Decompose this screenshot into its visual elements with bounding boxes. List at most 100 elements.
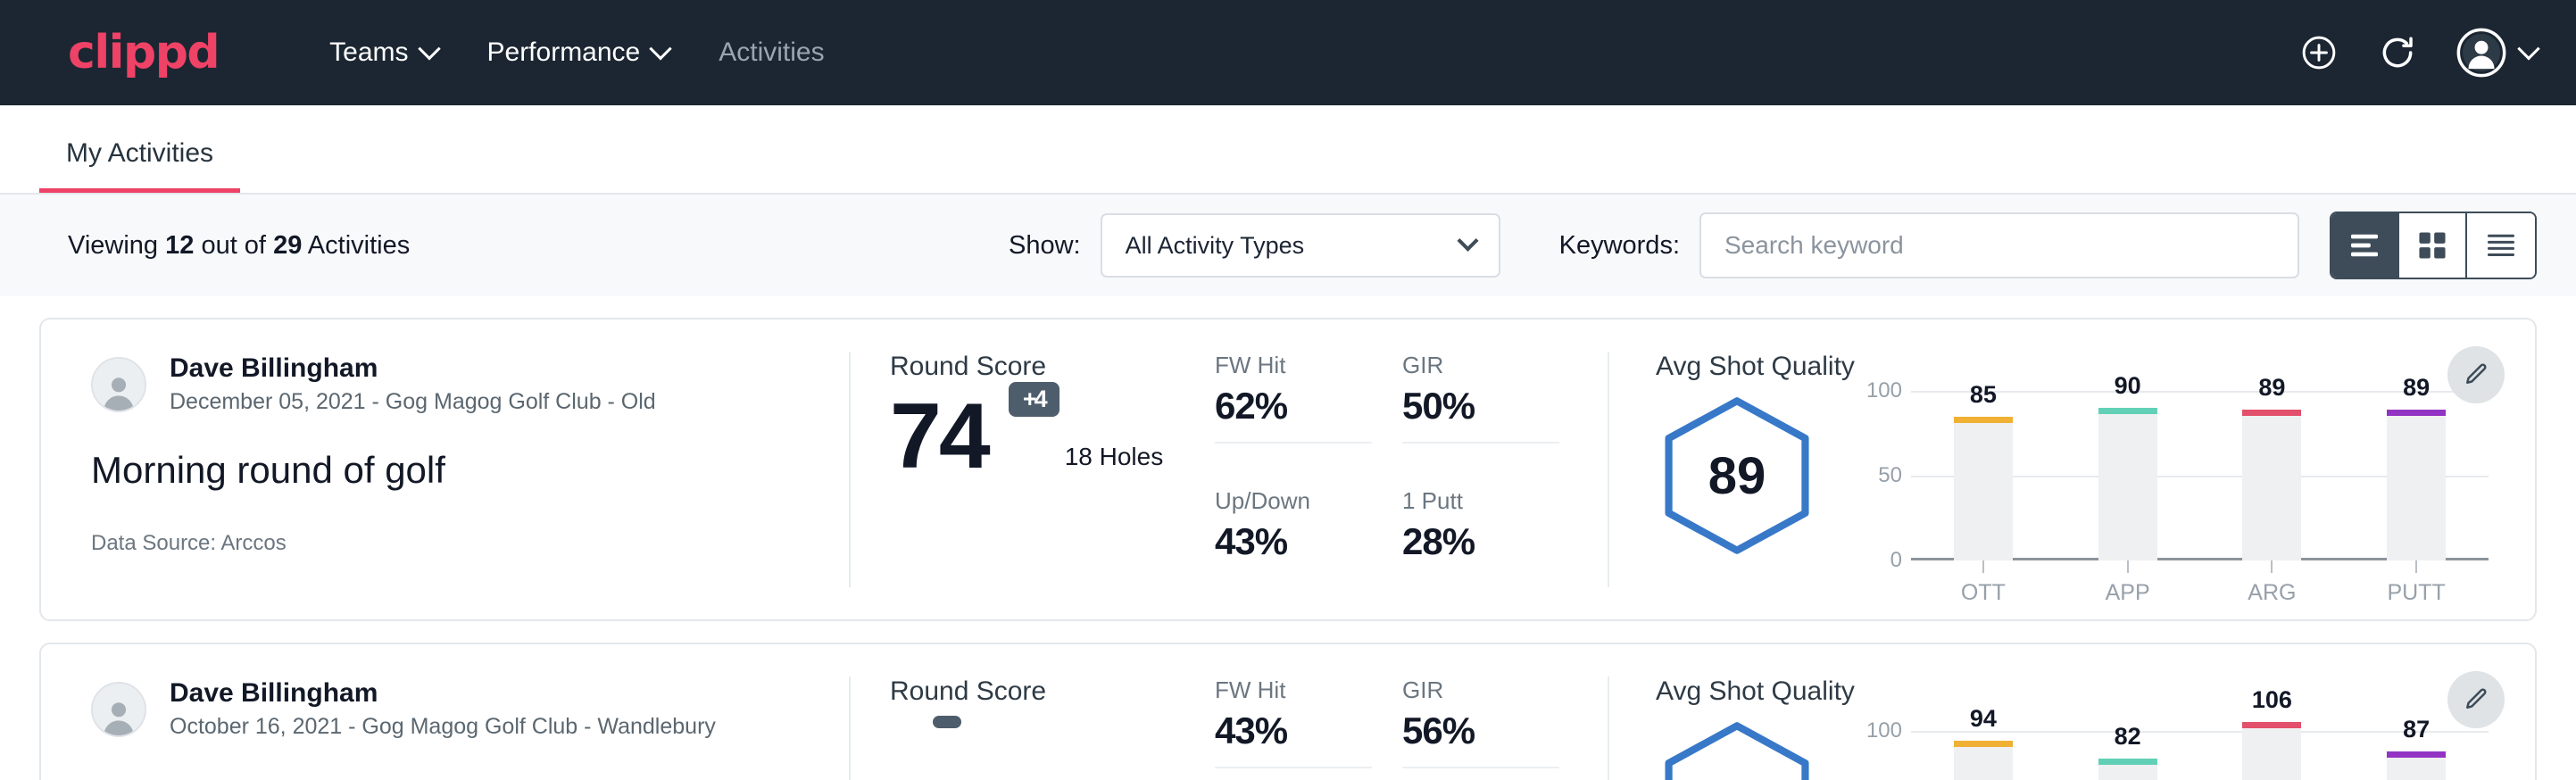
nav-item-activities-label: Activities (719, 37, 824, 68)
edit-activity-button[interactable] (2447, 346, 2505, 403)
chevron-down-icon (1457, 229, 1478, 251)
bar-value: 85 (1970, 381, 1997, 409)
activity-title: Morning round of golf (91, 449, 799, 492)
viewing-prefix: Viewing (68, 231, 158, 260)
clippd-logo[interactable]: clippd (68, 29, 219, 76)
chevron-down-icon (2517, 37, 2539, 60)
user-row: Dave Billingham October 16, 2021 - Gog M… (91, 676, 799, 742)
quality-score: 89 (1656, 394, 1818, 557)
axis-tick-label: ARG (2248, 580, 2296, 606)
viewing-suffix: Activities (308, 231, 410, 260)
score-differential-badge (933, 716, 961, 728)
show-label: Show: (1009, 231, 1081, 261)
avatar (91, 357, 146, 412)
shot-quality-chart: 050100 85 90 89 89 (1856, 391, 2489, 560)
activity-meta: December 05, 2021 - Gog Magog Golf Club … (170, 387, 656, 418)
nav-item-performance[interactable]: Performance (462, 29, 694, 77)
bar-group: 82 (2056, 716, 2200, 780)
activity-type-select[interactable]: All Activity Types (1101, 213, 1500, 278)
bar: 85 (1954, 417, 2013, 561)
stat-label: Up/Down (1215, 487, 1402, 515)
quality-hexagon: 89 (1656, 394, 1818, 557)
round-score-label: Round Score (890, 676, 1176, 707)
user-name: Dave Billingham (170, 352, 656, 386)
shot-quality-chart: 050100 94 82 106 8 (1856, 716, 2489, 780)
nav-item-teams[interactable]: Teams (304, 29, 461, 77)
activity-info: Dave Billingham December 05, 2021 - Gog … (41, 352, 849, 587)
stat-value: 43% (1215, 709, 1402, 752)
user-row: Dave Billingham December 05, 2021 - Gog … (91, 352, 799, 417)
pencil-icon (2463, 361, 2489, 388)
score-differential-badge: +4 (1009, 382, 1059, 417)
list-view-button[interactable] (2331, 213, 2399, 278)
bar: 90 (2098, 408, 2157, 560)
stat-cell: GIR 50% (1402, 352, 1590, 487)
activity-type-value: All Activity Types (1126, 232, 1305, 260)
x-axis-ticks: OTT APP ARG PUTT (1911, 560, 2489, 606)
person-icon (98, 369, 139, 411)
chart-plot-area: 85 90 89 89 OTT APP (1911, 391, 2489, 560)
compact-view-button[interactable] (2467, 213, 2535, 278)
stat-label: FW Hit (1215, 352, 1402, 379)
bar-cap (2098, 759, 2157, 765)
round-stats: FW Hit 43% GIR 56% (1215, 676, 1608, 780)
pencil-icon (2463, 686, 2489, 713)
quality-score (1656, 719, 1818, 780)
bar-group: 94 (1911, 716, 2056, 780)
bar-value: 87 (2403, 716, 2430, 743)
top-navigation-bar: clippd Teams Performance Activities (0, 0, 2576, 105)
bar-value: 94 (1970, 705, 1997, 733)
stat-divider (1215, 767, 1372, 768)
main-nav: Teams Performance Activities (304, 29, 849, 77)
axis-tick: APP (2056, 560, 2200, 606)
bar: 82 (2098, 759, 2157, 780)
bar-series: 94 82 106 87 (1911, 716, 2489, 780)
round-stats: FW Hit 62% GIR 50% Up/Down 43% 1 Putt 28… (1215, 352, 1608, 587)
filter-controls: Show: All Activity Types Keywords: (1009, 212, 2537, 279)
bar: 87 (2387, 751, 2446, 780)
y-axis-label: 50 (1878, 463, 1902, 488)
viewing-middle: out of (201, 231, 266, 260)
avatar (91, 682, 146, 737)
user-text: Dave Billingham December 05, 2021 - Gog … (170, 352, 656, 417)
account-menu[interactable] (2456, 28, 2537, 78)
bar-cap (2098, 408, 2157, 414)
avg-shot-quality-label: Avg Shot Quality (1656, 352, 2489, 382)
y-axis-label: 100 (1866, 378, 1902, 403)
stat-value: 56% (1402, 709, 1590, 752)
stat-label: GIR (1402, 676, 1590, 704)
activity-meta: October 16, 2021 - Gog Magog Golf Club -… (170, 712, 716, 743)
user-text: Dave Billingham October 16, 2021 - Gog M… (170, 676, 716, 742)
bar-value: 106 (2252, 686, 2292, 714)
grid-view-button[interactable] (2399, 213, 2467, 278)
tick-mark (2271, 560, 2273, 573)
round-score-section: Round Score 74 +4 18 Holes (849, 352, 1215, 587)
nav-item-performance-label: Performance (487, 37, 641, 68)
chart-y-axis: 050100 (1856, 716, 1911, 780)
avg-shot-quality-label: Avg Shot Quality (1656, 676, 2489, 707)
stat-value: 50% (1402, 385, 1590, 427)
axis-tick: PUTT (2344, 560, 2489, 606)
activity-card[interactable]: Dave Billingham December 05, 2021 - Gog … (39, 318, 2537, 621)
stat-label: FW Hit (1215, 676, 1402, 704)
user-name: Dave Billingham (170, 676, 716, 710)
bar-group: 106 (2200, 716, 2345, 780)
stat-cell: FW Hit 43% (1215, 676, 1402, 780)
edit-activity-button[interactable] (2447, 671, 2505, 728)
axis-tick: ARG (2200, 560, 2345, 606)
bar-group: 85 (1911, 391, 2056, 560)
tick-mark (2415, 560, 2417, 573)
nav-item-activities[interactable]: Activities (694, 29, 849, 77)
quality-hexagon (1656, 719, 1818, 780)
axis-tick-label: PUTT (2387, 580, 2445, 606)
viewing-count: 12 (165, 231, 194, 260)
tab-strip: My Activities (0, 105, 2576, 195)
tab-my-activities[interactable]: My Activities (39, 138, 240, 193)
search-input[interactable] (1699, 212, 2299, 278)
activity-card[interactable]: Dave Billingham October 16, 2021 - Gog M… (39, 643, 2537, 780)
y-axis-label: 100 (1866, 718, 1902, 743)
refresh-button[interactable] (2378, 33, 2417, 72)
bar-cap (2242, 722, 2301, 728)
stat-cell: FW Hit 62% (1215, 352, 1402, 487)
add-button[interactable] (2299, 33, 2339, 72)
